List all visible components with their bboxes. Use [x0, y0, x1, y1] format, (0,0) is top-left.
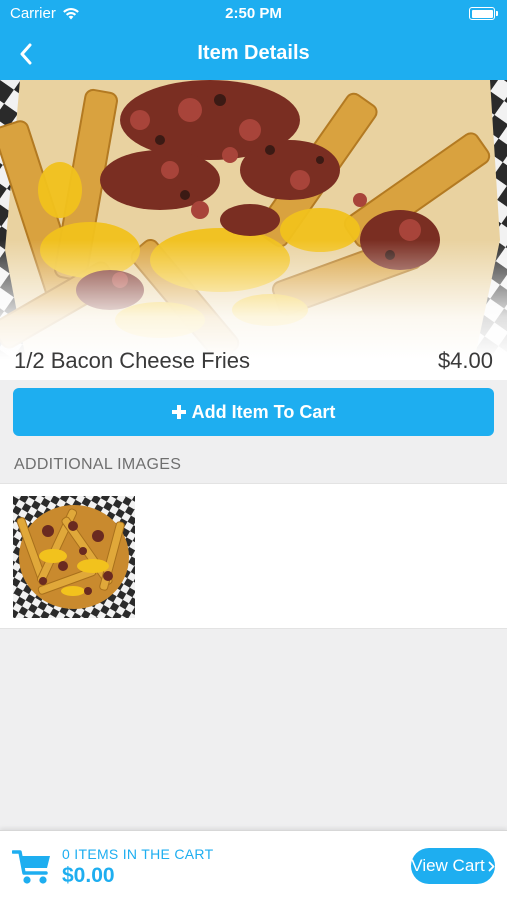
page-title: Item Details	[197, 42, 310, 64]
add-item-to-cart-button[interactable]: Add Item To Cart	[13, 388, 494, 436]
cart-summary-bar: 0 ITEMS IN THE CART $0.00 View Cart	[0, 830, 507, 900]
item-name: 1/2 Bacon Cheese Fries	[14, 348, 251, 373]
cart-total: $0.00	[62, 864, 115, 887]
status-time: 2:50 PM	[225, 5, 282, 22]
fries-thumbnail-photo	[13, 496, 135, 618]
cart-icon[interactable]	[12, 849, 52, 885]
item-price: $4.00	[437, 348, 493, 373]
battery-icon	[469, 7, 498, 20]
item-hero-image	[0, 80, 507, 380]
additional-images-list	[0, 483, 507, 629]
additional-image-thumbnail[interactable]	[13, 496, 135, 618]
view-cart-button[interactable]: View Cart	[411, 848, 495, 884]
plus-icon	[171, 405, 186, 419]
chevron-right-icon	[488, 861, 495, 871]
cart-item-count: 0 ITEMS IN THE CART	[62, 846, 214, 862]
status-bar: Carrier 2:50 PM	[0, 0, 507, 28]
nav-bar: Item Details	[0, 28, 507, 80]
view-cart-label: View Cart	[411, 856, 485, 875]
add-item-to-cart-label: Add Item To Cart	[191, 401, 336, 422]
additional-images-header: ADDITIONAL IMAGES	[14, 456, 182, 473]
